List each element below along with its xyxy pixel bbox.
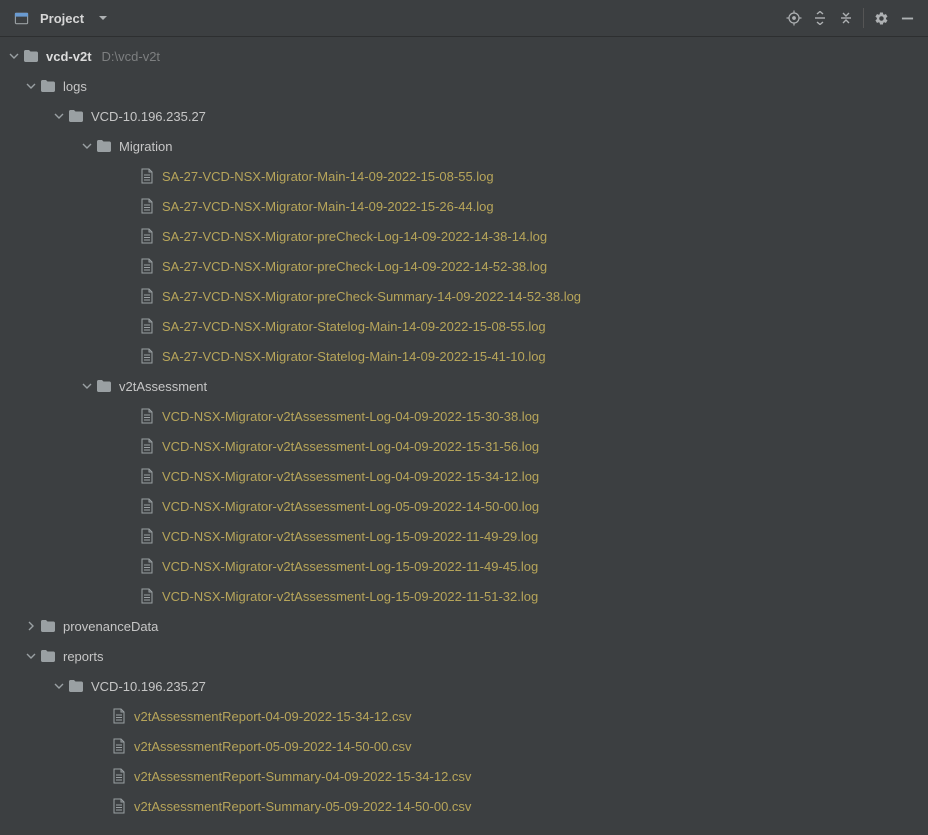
chevron-down-icon[interactable] (79, 138, 95, 154)
file-label: VCD-NSX-Migrator-v2tAssessment-Log-05-09… (162, 499, 539, 514)
folder-provenance[interactable]: provenanceData (0, 611, 928, 641)
file-item[interactable]: v2tAssessmentReport-Summary-04-09-2022-1… (0, 761, 928, 791)
file-label: SA-27-VCD-NSX-Migrator-Main-14-09-2022-1… (162, 199, 494, 214)
view-mode-dropdown-icon[interactable] (90, 5, 116, 31)
folder-label: logs (63, 79, 87, 94)
file-label: v2tAssessmentReport-Summary-04-09-2022-1… (134, 769, 471, 784)
file-icon (138, 167, 156, 185)
file-label: v2tAssessmentReport-Summary-05-09-2022-1… (134, 799, 471, 814)
file-label: SA-27-VCD-NSX-Migrator-Statelog-Main-14-… (162, 349, 546, 364)
root-name: vcd-v2t (46, 49, 92, 64)
folder-label: VCD-10.196.235.27 (91, 679, 206, 694)
file-icon (110, 737, 128, 755)
settings-icon[interactable] (868, 5, 894, 31)
file-label: VCD-NSX-Migrator-v2tAssessment-Log-15-09… (162, 529, 538, 544)
folder-icon (95, 377, 113, 395)
chevron-down-icon[interactable] (51, 108, 67, 124)
folder-icon (22, 47, 40, 65)
tree-root[interactable]: vcd-v2t D:\vcd-v2t (0, 41, 928, 71)
file-label: SA-27-VCD-NSX-Migrator-preCheck-Log-14-0… (162, 229, 547, 244)
file-item[interactable]: SA-27-VCD-NSX-Migrator-Main-14-09-2022-1… (0, 161, 928, 191)
file-icon (138, 497, 156, 515)
chevron-down-icon[interactable] (23, 648, 39, 664)
file-item[interactable]: SA-27-VCD-NSX-Migrator-preCheck-Summary-… (0, 281, 928, 311)
folder-v2tassessment[interactable]: v2tAssessment (0, 371, 928, 401)
file-icon (138, 437, 156, 455)
project-tree: vcd-v2t D:\vcd-v2t logs VCD-10.196.235.2… (0, 37, 928, 831)
file-item[interactable]: VCD-NSX-Migrator-v2tAssessment-Log-04-09… (0, 401, 928, 431)
file-label: VCD-NSX-Migrator-v2tAssessment-Log-04-09… (162, 469, 539, 484)
folder-icon (39, 647, 57, 665)
file-item[interactable]: v2tAssessmentReport-04-09-2022-15-34-12.… (0, 701, 928, 731)
file-icon (138, 257, 156, 275)
toolbar-separator (863, 8, 864, 28)
file-label: SA-27-VCD-NSX-Migrator-preCheck-Log-14-0… (162, 259, 547, 274)
file-label: SA-27-VCD-NSX-Migrator-preCheck-Summary-… (162, 289, 581, 304)
folder-logs-vcd[interactable]: VCD-10.196.235.27 (0, 101, 928, 131)
chevron-down-icon[interactable] (23, 78, 39, 94)
file-item[interactable]: VCD-NSX-Migrator-v2tAssessment-Log-15-09… (0, 521, 928, 551)
folder-icon (39, 617, 57, 635)
chevron-right-icon[interactable] (23, 618, 39, 634)
file-label: VCD-NSX-Migrator-v2tAssessment-Log-04-09… (162, 439, 539, 454)
folder-migration[interactable]: Migration (0, 131, 928, 161)
folder-icon (67, 107, 85, 125)
project-toolbar: Project (0, 0, 928, 37)
file-label: SA-27-VCD-NSX-Migrator-Main-14-09-2022-1… (162, 169, 494, 184)
file-item[interactable]: v2tAssessmentReport-05-09-2022-14-50-00.… (0, 731, 928, 761)
file-item[interactable]: SA-27-VCD-NSX-Migrator-preCheck-Log-14-0… (0, 221, 928, 251)
file-label: VCD-NSX-Migrator-v2tAssessment-Log-04-09… (162, 409, 539, 424)
file-icon (110, 797, 128, 815)
file-icon (138, 287, 156, 305)
folder-reports-vcd[interactable]: VCD-10.196.235.27 (0, 671, 928, 701)
folder-label: provenanceData (63, 619, 158, 634)
file-item[interactable]: VCD-NSX-Migrator-v2tAssessment-Log-05-09… (0, 491, 928, 521)
file-item[interactable]: VCD-NSX-Migrator-v2tAssessment-Log-04-09… (0, 461, 928, 491)
expand-all-icon[interactable] (807, 5, 833, 31)
file-icon (138, 317, 156, 335)
toolbar-title: Project (40, 11, 84, 26)
file-icon (110, 707, 128, 725)
file-item[interactable]: VCD-NSX-Migrator-v2tAssessment-Log-15-09… (0, 581, 928, 611)
folder-icon (67, 677, 85, 695)
collapse-all-icon[interactable] (833, 5, 859, 31)
file-item[interactable]: v2tAssessmentReport-Summary-05-09-2022-1… (0, 791, 928, 821)
file-icon (138, 557, 156, 575)
file-label: SA-27-VCD-NSX-Migrator-Statelog-Main-14-… (162, 319, 546, 334)
file-item[interactable]: VCD-NSX-Migrator-v2tAssessment-Log-04-09… (0, 431, 928, 461)
file-icon (138, 197, 156, 215)
folder-label: reports (63, 649, 103, 664)
chevron-down-icon[interactable] (79, 378, 95, 394)
chevron-down-icon[interactable] (6, 48, 22, 64)
file-icon (138, 587, 156, 605)
folder-reports[interactable]: reports (0, 641, 928, 671)
file-item[interactable]: SA-27-VCD-NSX-Migrator-Main-14-09-2022-1… (0, 191, 928, 221)
file-icon (138, 407, 156, 425)
file-icon (110, 767, 128, 785)
folder-label: Migration (119, 139, 172, 154)
file-icon (138, 227, 156, 245)
folder-logs[interactable]: logs (0, 71, 928, 101)
file-item[interactable]: SA-27-VCD-NSX-Migrator-Statelog-Main-14-… (0, 311, 928, 341)
root-path: D:\vcd-v2t (102, 49, 161, 64)
folder-icon (95, 137, 113, 155)
file-item[interactable]: VCD-NSX-Migrator-v2tAssessment-Log-15-09… (0, 551, 928, 581)
file-label: v2tAssessmentReport-04-09-2022-15-34-12.… (134, 709, 411, 724)
file-icon (138, 347, 156, 365)
file-item[interactable]: SA-27-VCD-NSX-Migrator-Statelog-Main-14-… (0, 341, 928, 371)
file-icon (138, 527, 156, 545)
file-icon (138, 467, 156, 485)
file-label: VCD-NSX-Migrator-v2tAssessment-Log-15-09… (162, 559, 538, 574)
folder-label: VCD-10.196.235.27 (91, 109, 206, 124)
file-label: VCD-NSX-Migrator-v2tAssessment-Log-15-09… (162, 589, 538, 604)
chevron-down-icon[interactable] (51, 678, 67, 694)
folder-label: v2tAssessment (119, 379, 207, 394)
folder-icon (39, 77, 57, 95)
locate-icon[interactable] (781, 5, 807, 31)
toolbar-left: Project (8, 5, 116, 31)
file-label: v2tAssessmentReport-05-09-2022-14-50-00.… (134, 739, 411, 754)
project-window-icon[interactable] (8, 5, 34, 31)
hide-icon[interactable] (894, 5, 920, 31)
file-item[interactable]: SA-27-VCD-NSX-Migrator-preCheck-Log-14-0… (0, 251, 928, 281)
